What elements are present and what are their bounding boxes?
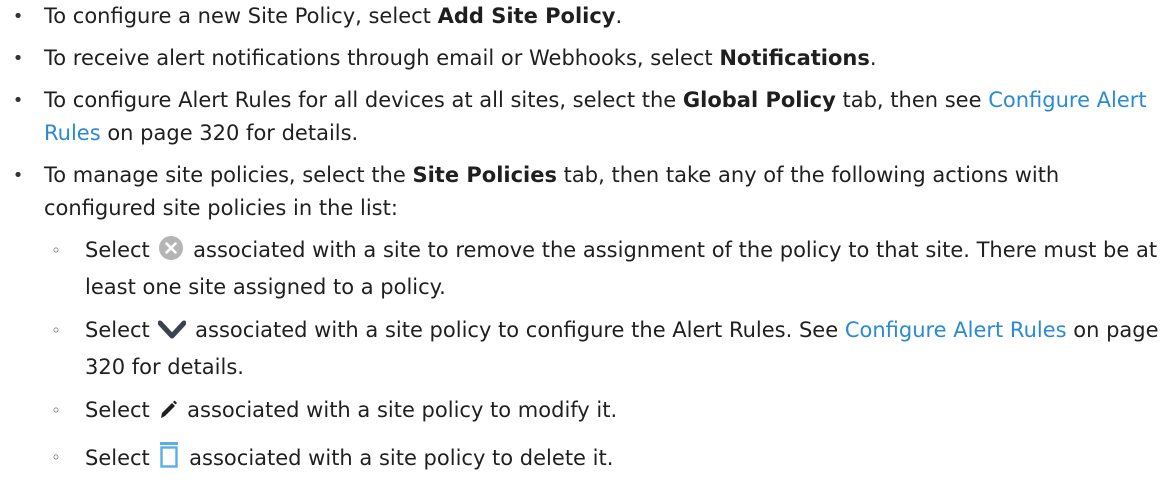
item-text-pre: To configure a new Site Policy, select <box>44 4 438 28</box>
subitem-text-mid: associated with a site policy to configu… <box>195 318 845 342</box>
item-text-pre: To configure Alert Rules for all devices… <box>44 88 683 112</box>
subitem-text-pre: Select <box>85 318 150 342</box>
sublist-item-delete: ◦ Select associated with a site policy t… <box>44 441 1165 479</box>
bullet: • <box>12 165 24 186</box>
item-text-post: on page 320 for details. <box>100 121 359 145</box>
list-item-notifications: • To receive alert notifications through… <box>0 42 1173 75</box>
sub-bullet: ◦ <box>51 401 61 420</box>
item-text-post: . <box>615 4 623 28</box>
sublist-item-configure-rules: ◦ Select associated with a site policy t… <box>44 314 1165 384</box>
ui-term-site-policies: Site Policies <box>412 163 557 187</box>
sublist-item-modify: ◦ Select associated with a site policy t… <box>44 394 1165 431</box>
list-item-add-site-policy: • To configure a new Site Policy, select… <box>0 0 1173 33</box>
subitem-text-pre: Select <box>85 238 150 262</box>
trash-icon <box>158 441 180 479</box>
list-item-site-policies: • To manage site policies, select the Si… <box>0 159 1173 479</box>
subitem-text-post: associated with a site to remove the ass… <box>85 238 1158 299</box>
sub-bullet: ◦ <box>51 321 61 340</box>
sublist-item-remove-site: ◦ Select associated with a site to remov… <box>44 234 1165 304</box>
item-text-mid: tab, then see <box>835 88 989 112</box>
subitem-text-post: associated with a site policy to delete … <box>189 446 614 470</box>
list-item-global-policy: • To configure Alert Rules for all devic… <box>0 84 1173 150</box>
chevron-down-icon <box>157 318 187 351</box>
document-page: • To configure a new Site Policy, select… <box>0 0 1173 493</box>
pencil-icon <box>158 398 178 431</box>
item-text-pre: To manage site policies, select the <box>44 163 413 187</box>
ui-term-notifications: Notifications <box>719 46 870 70</box>
bullet: • <box>12 48 24 69</box>
remove-circle-icon <box>158 235 184 271</box>
ui-term-global-policy: Global Policy <box>682 88 836 112</box>
instruction-list: • To configure a new Site Policy, select… <box>0 0 1173 479</box>
subitem-text-pre: Select <box>85 446 150 470</box>
item-text-pre: To receive alert notifications through e… <box>44 46 720 70</box>
bullet: • <box>12 6 24 27</box>
subitem-text-pre: Select <box>85 398 150 422</box>
link-configure-alert-rules-2[interactable]: Configure Alert Rules <box>845 318 1067 342</box>
item-text-post: . <box>869 46 877 70</box>
site-policy-actions-list: ◦ Select associated with a site to remov… <box>44 234 1165 479</box>
subitem-text-post: associated with a site policy to modify … <box>187 398 618 422</box>
sub-bullet: ◦ <box>51 241 61 260</box>
bullet: • <box>12 90 24 111</box>
ui-term-add-site-policy: Add Site Policy <box>437 4 616 28</box>
sub-bullet: ◦ <box>51 448 61 467</box>
